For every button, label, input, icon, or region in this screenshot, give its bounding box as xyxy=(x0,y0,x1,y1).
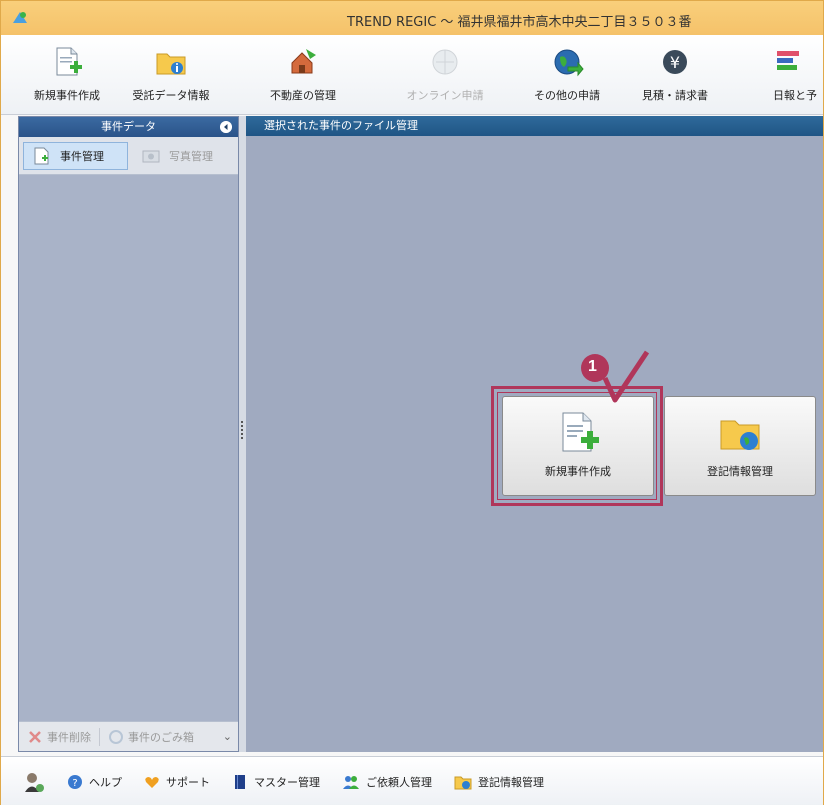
case-doc-icon xyxy=(34,147,49,165)
toolbar-label: その他の申請 xyxy=(534,89,600,102)
master-label: マスター管理 xyxy=(254,775,320,789)
toolbar-label: 見積・請求書 xyxy=(642,89,708,102)
button-label: 新規事件作成 xyxy=(545,465,611,478)
registry-info-button[interactable]: 登記情報管理 xyxy=(454,774,544,790)
help-icon: ? xyxy=(68,774,82,789)
help-button[interactable]: ? ヘルプ xyxy=(67,774,122,790)
overflow-chevron-icon[interactable]: ⌄ xyxy=(223,730,232,743)
client-label: ご依頼人管理 xyxy=(366,775,432,789)
registry-info-big-button[interactable]: 登記情報管理 xyxy=(664,396,816,496)
case-data-panel: 事件データ 事件管理 写真管理 事件削除 事件のごみ箱 ⌄ xyxy=(18,116,239,752)
svg-text:¥: ¥ xyxy=(670,53,680,72)
toolbar-label: 受託データ情報 xyxy=(132,89,210,102)
help-label: ヘルプ xyxy=(89,775,122,789)
toolbar-received-data-button[interactable]: 受託データ情報 xyxy=(125,41,217,111)
toolbar-estimate-invoice-button[interactable]: ¥ 見積・請求書 xyxy=(629,41,721,111)
toolbar-label: 日報と予 xyxy=(773,89,817,102)
yen-icon: ¥ xyxy=(663,50,687,74)
user-settings-button[interactable] xyxy=(23,771,45,793)
toolbar-other-application-button[interactable]: その他の申請 xyxy=(521,41,613,111)
button-label: 登記情報管理 xyxy=(707,465,773,478)
book-icon xyxy=(235,774,245,789)
new-doc-icon xyxy=(562,412,599,452)
delete-x-icon xyxy=(29,730,41,743)
tab-label: 事件管理 xyxy=(60,150,104,163)
file-management-area: 選択された事件のファイル管理 新規事件作成 登記情報管理 1 xyxy=(246,116,823,752)
globe-arrow-icon xyxy=(554,49,584,77)
people-icon xyxy=(343,775,359,789)
folder-globe-icon xyxy=(720,420,760,450)
toolbar-label: 新規事件作成 xyxy=(34,89,100,102)
panel-header: 事件データ xyxy=(19,117,238,137)
user-settings-icon xyxy=(25,772,44,792)
panel-bottom-bar: 事件削除 事件のごみ箱 ⌄ xyxy=(19,721,238,751)
new-doc-icon xyxy=(56,47,82,76)
online-globe-icon xyxy=(432,49,458,75)
panel-splitter[interactable] xyxy=(239,116,246,752)
ribbon-toolbar: 新規事件作成 受託データ情報 不動産の管理 オンライン申請 その他の申請 ¥ 見… xyxy=(1,35,823,115)
collapse-panel-icon[interactable] xyxy=(220,121,232,133)
trash-label: 事件のごみ箱 xyxy=(128,730,194,744)
tab-case-management[interactable]: 事件管理 xyxy=(23,142,128,170)
real-estate-icon xyxy=(291,49,316,74)
panel-title: 事件データ xyxy=(101,120,156,133)
toolbar-new-case-button[interactable]: 新規事件作成 xyxy=(21,41,113,111)
delete-label: 事件削除 xyxy=(47,730,91,744)
heart-icon xyxy=(145,776,159,788)
registry-label: 登記情報管理 xyxy=(478,775,544,789)
main-header: 選択された事件のファイル管理 xyxy=(246,116,823,136)
panel-tabs: 事件管理 写真管理 xyxy=(19,137,238,175)
master-management-button[interactable]: マスター管理 xyxy=(232,774,320,790)
svg-text:?: ? xyxy=(72,778,77,789)
folder-info-icon xyxy=(156,53,186,75)
support-button[interactable]: サポート xyxy=(144,774,210,790)
splitter-grip-icon xyxy=(241,421,243,441)
status-bar: ? ヘルプ サポート マスター管理 ご依頼人管理 登記情報管理 xyxy=(1,756,823,805)
callout-checkmark-icon xyxy=(581,350,650,403)
tab-label: 写真管理 xyxy=(169,150,213,163)
case-trash-button[interactable]: 事件のごみ箱 xyxy=(100,729,202,745)
toolbar-label: 不動産の管理 xyxy=(270,89,336,102)
support-label: サポート xyxy=(166,775,210,789)
title-bar[interactable]: TREND REGIC ～ 福井県福井市高木中央二丁目３５０３番 xyxy=(1,1,823,35)
app-window: TREND REGIC ～ 福井県福井市高木中央二丁目３５０３番 新規事件作成 … xyxy=(0,0,824,805)
client-management-button[interactable]: ご依頼人管理 xyxy=(342,774,432,790)
tab-photo-management[interactable]: 写真管理 xyxy=(133,142,231,170)
callout-number: 1 xyxy=(588,358,597,375)
toolbar-daily-report-button[interactable]: 日報と予 xyxy=(747,41,823,111)
app-logo-icon xyxy=(13,12,27,23)
delete-case-button[interactable]: 事件削除 xyxy=(19,729,99,745)
trash-icon xyxy=(109,729,123,744)
window-title: TREND REGIC ～ 福井県福井市高木中央二丁目３５０３番 xyxy=(347,15,692,30)
toolbar-online-application-button[interactable]: オンライン申請 xyxy=(399,41,491,111)
calendar-bars-icon xyxy=(777,51,799,70)
folder-globe-icon xyxy=(454,776,472,789)
toolbar-real-estate-button[interactable]: 不動産の管理 xyxy=(257,41,349,111)
photo-icon xyxy=(142,150,160,163)
toolbar-label: オンライン申請 xyxy=(406,89,484,102)
